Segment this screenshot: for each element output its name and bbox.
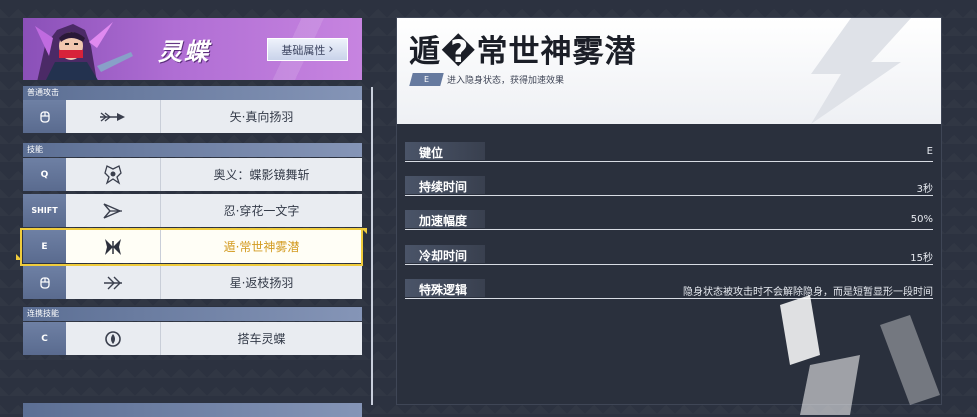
stat-divider [405,264,933,265]
stat-value: 3秒 [916,184,933,195]
basic-attributes-label: 基础属性 [281,43,326,57]
arrow-skill-icon [100,111,125,122]
ultimate-butterfly-icon [104,164,122,185]
skill-description: 进入隐身状态，获得加速效果 [447,76,565,86]
skill-detail-header: 遁�常世神雾潜 E 进入隐身状态，获得加速效果 [397,18,941,124]
stat-value: 15秒 [910,253,933,264]
character-portrait [35,22,133,80]
section-normal-attack: 普通攻击 [23,86,362,100]
lightning-bolt-icon [811,18,911,124]
stat-row-duration: 持续时间 3秒 [405,176,933,196]
return-arrow-icon [104,276,122,289]
skill-row-shift[interactable]: SHIFT 忍·穿花一文字 [23,194,362,227]
skill-list-scrollbar[interactable] [371,87,373,405]
stat-label-bg [405,142,485,160]
list-footer-strip [23,403,362,417]
skill-row-c[interactable]: C 搭车灵蝶 [23,322,362,355]
skill-title: 遁�常世神雾潜 [409,34,637,70]
skill-key-cell [23,100,66,133]
stat-row-speed-boost: 加速幅度 50% [405,210,933,230]
character-name: 灵蝶 [158,38,210,66]
stat-label: 特殊逻辑 [419,283,468,297]
skill-name: 遁·常世神雾潜 [161,230,362,263]
basic-attributes-button[interactable]: 基础属性 › [267,38,348,61]
section-skills: 技能 [23,143,362,157]
skill-name: 星·返枝扬羽 [161,266,362,299]
skill-icon-cell [66,100,161,133]
stat-row-key: 键位 E [405,142,933,162]
skill-key: Q [23,158,66,191]
stat-label: 键位 [419,146,444,160]
skill-name: 矢·真向扬羽 [161,100,362,133]
watermark-deco [780,295,940,415]
skill-icon-cell [66,266,161,299]
stat-divider [405,229,933,230]
stat-value: E [926,146,933,157]
skill-icon-cell [66,158,161,191]
skill-icon-cell [66,194,161,227]
mouse-icon [39,110,50,123]
stat-row-cooldown: 冷却时间 15秒 [405,245,933,265]
skill-key: C [23,322,66,355]
stat-label: 持续时间 [419,180,468,194]
skill-key-badge: E [409,73,444,86]
character-header: 灵蝶 基础属性 › [23,18,362,80]
skill-row-q[interactable]: Q 奥义：蝶影镜舞斩 [23,158,362,191]
skill-key-cell [23,266,66,299]
skill-row-normal-attack[interactable]: 矢·真向扬羽 [23,100,362,133]
skill-icon-cell [66,322,161,355]
butterfly-icon [105,238,121,255]
skill-key: E [23,230,66,263]
stat-divider [405,195,933,196]
chevron-right-icon: › [328,42,334,57]
mouse-icon [39,276,50,289]
skill-key: SHIFT [23,194,66,227]
ride-swirl-icon [105,330,121,347]
skill-row-alt-attack[interactable]: 星·返枝扬羽 [23,266,362,299]
skill-row-e[interactable]: E 遁·常世神雾潜 [23,230,362,263]
dash-wing-icon [103,202,122,219]
skill-icon-cell [66,230,161,263]
skill-name: 忍·穿花一文字 [161,194,362,227]
skill-name: 搭车灵蝶 [161,322,362,355]
skill-list-panel: 灵蝶 基础属性 › 普通攻击 矢·真向扬羽 技能 Q 奥义：蝶影镜舞斩 SHIF… [16,0,367,417]
stat-label: 加速幅度 [419,214,468,228]
skill-name: 奥义：蝶影镜舞斩 [161,158,362,191]
skill-key-badge-text: E [423,75,430,84]
section-combo-skills: 连携技能 [23,307,362,321]
stat-label: 冷却时间 [419,249,468,263]
stat-divider [405,161,933,162]
stat-value: 50% [910,214,933,225]
